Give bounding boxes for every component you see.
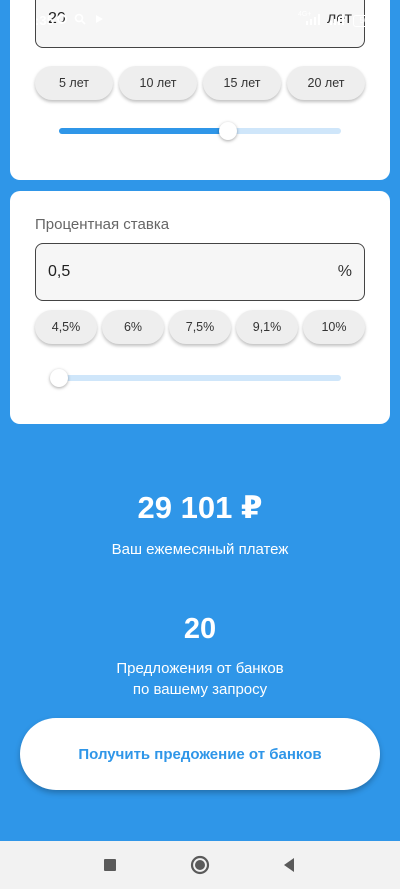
- status-bar: 10:35 4G+ 56: [0, 0, 400, 40]
- monthly-payment-amount: 29 101 ₽: [137, 490, 263, 525]
- recents-square-icon[interactable]: [100, 855, 120, 875]
- bank-offers-caption-line1: Предложения от банков: [116, 660, 284, 677]
- get-bank-offers-button[interactable]: Получить предожение от банков: [20, 718, 380, 790]
- term-chip-5[interactable]: 5 лет: [35, 66, 113, 100]
- signal-icon: [306, 13, 322, 28]
- play-icon: [94, 13, 104, 28]
- term-chip-15[interactable]: 15 лет: [203, 66, 281, 100]
- battery-level: 56: [353, 15, 375, 27]
- term-slider-thumb[interactable]: [219, 122, 238, 140]
- rate-chip-9-1[interactable]: 9,1%: [236, 310, 298, 344]
- rate-input-unit: %: [337, 263, 352, 280]
- rate-input-value: 0,5: [48, 263, 71, 280]
- bank-offers-caption-line2: по вашему запросу: [132, 681, 268, 698]
- rate-chip-10[interactable]: 10%: [303, 310, 365, 344]
- rate-slider-thumb[interactable]: [50, 369, 68, 387]
- rate-chips: 4,5% 6% 7,5% 9,1% 10%: [35, 310, 365, 344]
- status-time: 10:35: [20, 13, 55, 28]
- back-triangle-icon[interactable]: [280, 855, 300, 875]
- monthly-payment-caption: Ваш ежемесяный платеж: [111, 541, 289, 558]
- bank-offers-caption: Предложения от банков по вашему запросу: [0, 658, 400, 700]
- term-slider-fill: [59, 128, 229, 134]
- home-circle-icon[interactable]: [189, 854, 211, 876]
- rate-chip-4-5[interactable]: 4,5%: [35, 310, 97, 344]
- rate-label: Процентная ставка: [35, 216, 170, 233]
- rate-chip-6[interactable]: 6%: [102, 310, 164, 344]
- term-chips: 5 лет 10 лет 15 лет 20 лет: [35, 66, 365, 100]
- search-icon: [74, 13, 86, 28]
- bank-offers-count: 20: [183, 613, 217, 645]
- system-nav-bar: [0, 841, 400, 889]
- rate-input[interactable]: 0,5 %: [35, 243, 365, 301]
- rate-slider[interactable]: [50, 369, 341, 387]
- rate-chip-7-5[interactable]: 7,5%: [169, 310, 231, 344]
- settings-icon: [56, 13, 68, 28]
- term-chip-10[interactable]: 10 лет: [119, 66, 197, 100]
- battery-icon: 56: [353, 12, 375, 27]
- term-chip-20[interactable]: 20 лет: [287, 66, 365, 100]
- term-slider[interactable]: [59, 122, 341, 140]
- rate-card: Процентная ставка 0,5 % 4,5% 6% 7,5% 9,1…: [10, 191, 390, 424]
- wifi-icon: [330, 13, 346, 28]
